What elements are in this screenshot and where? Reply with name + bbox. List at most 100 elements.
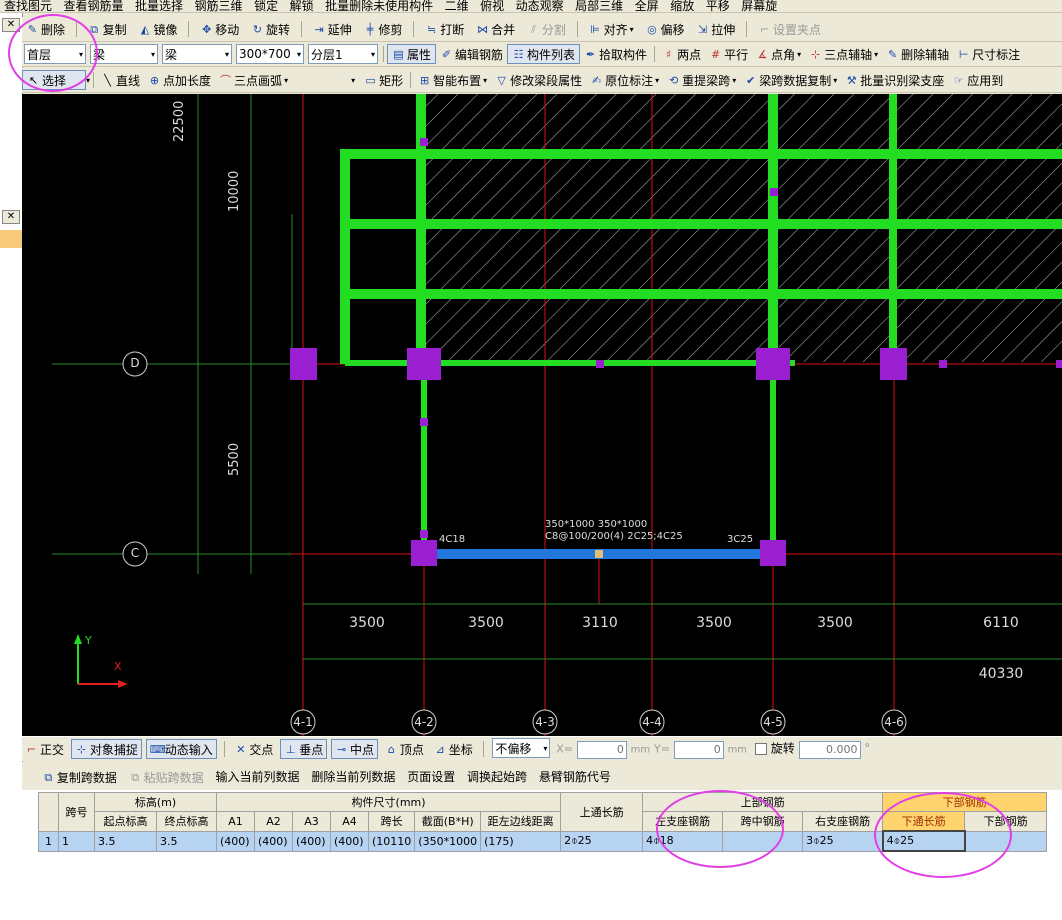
re-extract-span-button[interactable]: ⟲ 重提梁跨 ▾ <box>663 68 740 92</box>
batch-identify-support-button[interactable]: ⚒ 批量识别梁支座 <box>841 68 948 92</box>
offset-button[interactable]: ◎ 偏移 <box>641 17 688 41</box>
stretch-button[interactable]: ⇲ 拉伸 <box>692 17 739 41</box>
point-angle-button[interactable]: ∡ 点角 ▾ <box>752 42 805 66</box>
cell-right-support[interactable]: 3⌽25 <box>802 830 884 852</box>
delete-button[interactable]: ✎ 删除 <box>22 17 69 41</box>
cell-bottom-through[interactable]: 4⌽25 <box>881 830 966 852</box>
component-select[interactable]: 300*700 ▾ <box>236 44 304 64</box>
cell-mid-span[interactable] <box>722 830 804 852</box>
copy-button[interactable]: ⧉ 复制 <box>84 17 131 41</box>
align-button[interactable]: ⊫ 对齐 ▾ <box>585 17 638 41</box>
parallel-button[interactable]: # 平行 <box>705 42 752 66</box>
cell-section[interactable]: (350*1000 <box>414 830 482 852</box>
cell-bottom-bar[interactable] <box>964 830 1048 852</box>
select-button[interactable]: ↖ 选择 <box>22 70 86 90</box>
smart-layout-button[interactable]: ⊞ 智能布置 ▾ <box>414 68 491 92</box>
cell-span-len[interactable]: (10110 <box>367 830 416 852</box>
panel-tab[interactable] <box>0 230 22 248</box>
tb-batch-delete[interactable]: 批量删除未使用构件 <box>321 0 437 12</box>
cell-top-through[interactable]: 2⌽25 <box>560 830 644 852</box>
input-column-button[interactable]: 输入当前列数据 <box>212 762 304 790</box>
cell-a3[interactable]: (400) <box>292 830 331 852</box>
arc-mode-select[interactable]: ▾ <box>294 70 359 90</box>
snap-intersection[interactable]: ✕ 交点 <box>231 737 276 761</box>
close-icon[interactable]: ✕ <box>2 18 20 32</box>
two-points-button[interactable]: ♯ 两点 <box>658 42 705 66</box>
delete-axis-button[interactable]: ✎ 删除辅轴 <box>882 42 953 66</box>
tb-top-view[interactable]: 俯视 <box>476 0 508 12</box>
cantilever-code-button[interactable]: 悬臂钢筋代号 <box>535 762 615 790</box>
component-list-button[interactable]: ☷ 构件列表 <box>507 44 581 64</box>
tb-screen-rotate[interactable]: 屏幕旋 <box>737 0 781 12</box>
rectangle-button[interactable]: ▭ 矩形 <box>360 68 407 92</box>
dynamic-input-toggle[interactable]: ⌨ 动态输入 <box>145 739 217 759</box>
tb-unlock[interactable]: 解锁 <box>286 0 318 12</box>
beam-label-left: 4C18 <box>439 534 466 545</box>
page-setup-button[interactable]: 页面设置 <box>403 762 459 790</box>
pick-component-button[interactable]: ✒ 拾取构件 <box>580 42 651 66</box>
category-select[interactable]: 梁 ▾ <box>90 44 158 64</box>
tb-local-3d[interactable]: 局部三维 <box>571 0 627 12</box>
modify-beam-span-button[interactable]: ▽ 修改梁段属性 <box>491 68 586 92</box>
close-icon[interactable]: ✕ <box>2 210 20 224</box>
move-button[interactable]: ✥ 移动 <box>196 17 243 41</box>
set-grip-button[interactable]: ⌐ 设置夹点 <box>754 17 825 41</box>
snap-vertex[interactable]: ⌂ 顶点 <box>382 737 427 761</box>
line-button[interactable]: ╲ 直线 <box>97 68 144 92</box>
layer-select[interactable]: 分层1 ▾ <box>308 44 378 64</box>
swap-start-span-button[interactable]: 调换起始跨 <box>463 762 531 790</box>
tb-view-rebar[interactable]: 查看钢筋量 <box>60 0 128 12</box>
cell-a2[interactable]: (400) <box>254 830 293 852</box>
break-button[interactable]: ≒ 打断 <box>421 17 468 41</box>
cell-a4[interactable]: (400) <box>330 830 369 852</box>
drawing-svg <box>52 94 1062 736</box>
three-point-axis-button[interactable]: ⊹ 三点辅轴 ▾ <box>805 42 882 66</box>
snap-coordinate[interactable]: ⊿ 坐标 <box>431 737 476 761</box>
rotate-button[interactable]: ↻ 旋转 <box>247 17 294 41</box>
delete-column-button[interactable]: 删除当前列数据 <box>307 762 399 790</box>
cell-edge-dist[interactable]: (175) <box>480 830 562 852</box>
original-annotation-button[interactable]: ✍ 原位标注 ▾ <box>586 68 663 92</box>
cell-end-elev[interactable]: 3.5 <box>156 830 217 852</box>
drawing-canvas[interactable]: 22500 10000 5500 D C 4-1 4-2 4-3 4-4 4-5… <box>22 94 1062 736</box>
edit-rebar-button[interactable]: ✐ 编辑钢筋 <box>436 42 507 66</box>
properties-button[interactable]: ▤ 属性 <box>387 44 437 64</box>
tb-zoom[interactable]: 缩放 <box>666 0 698 12</box>
trim-button[interactable]: ╪ 修剪 <box>360 17 407 41</box>
cell-left-support[interactable]: 4⌽18 <box>642 830 724 852</box>
three-point-arc-button[interactable]: ⌒ 三点画弧 ▾ <box>215 68 292 92</box>
snap-midpoint[interactable]: ⊸ 中点 <box>331 739 379 759</box>
tb-pan[interactable]: 平移 <box>702 0 734 12</box>
merge-button[interactable]: ⋈ 合并 <box>472 17 519 41</box>
rotate-checkbox[interactable] <box>754 743 767 755</box>
dimension-button[interactable]: ⊢ 尺寸标注 <box>953 42 1024 66</box>
tb-orbit[interactable]: 动态观察 <box>512 0 568 12</box>
cell-span[interactable]: 1 <box>58 830 95 852</box>
floor-select[interactable]: 首层 ▾ <box>24 44 86 64</box>
tb-fullscreen[interactable]: 全屏 <box>631 0 663 12</box>
tb-rebar-3d[interactable]: 钢筋三维 <box>191 0 247 12</box>
extend-button[interactable]: ⇥ 延伸 <box>309 17 356 41</box>
split-button[interactable]: ⫽ 分割 <box>523 17 570 41</box>
tb-2d[interactable]: 二维 <box>441 0 473 12</box>
tb-find[interactable]: 查找图元 <box>0 0 56 12</box>
copy-span-button[interactable]: ⧉ 复制跨数据 <box>38 763 121 791</box>
paste-span-button[interactable]: ⧉ 粘贴跨数据 <box>125 763 208 791</box>
cell-index[interactable]: 1 <box>38 830 59 852</box>
cell-a1[interactable]: (400) <box>216 830 255 852</box>
rotate-input[interactable]: 0.000 <box>798 740 861 759</box>
x-input[interactable]: 0 <box>576 740 627 759</box>
mirror-button[interactable]: ◭ 镜像 <box>135 17 182 41</box>
copy-span-data-button[interactable]: ✔ 梁跨数据复制 ▾ <box>740 68 841 92</box>
snap-perpendicular[interactable]: ⊥ 垂点 <box>280 739 328 759</box>
ortho-toggle[interactable]: ⌐ 正交 <box>22 737 67 761</box>
offset-mode-select[interactable]: 不偏移 ▾ <box>492 738 551 758</box>
cell-start-elev[interactable]: 3.5 <box>94 830 157 852</box>
tb-batch-select[interactable]: 批量选择 <box>131 0 187 12</box>
object-snap-toggle[interactable]: ⊹ 对象捕捉 <box>70 739 142 759</box>
tb-lock[interactable]: 锁定 <box>250 0 282 12</box>
table-row[interactable]: 1 1 3.5 3.5 (400) (400) (400) (400) (101… <box>38 830 1048 852</box>
apply-to-button[interactable]: ☞ 应用到 <box>948 68 1007 92</box>
y-input[interactable]: 0 <box>673 740 724 759</box>
type-select[interactable]: 梁 ▾ <box>162 44 232 64</box>
